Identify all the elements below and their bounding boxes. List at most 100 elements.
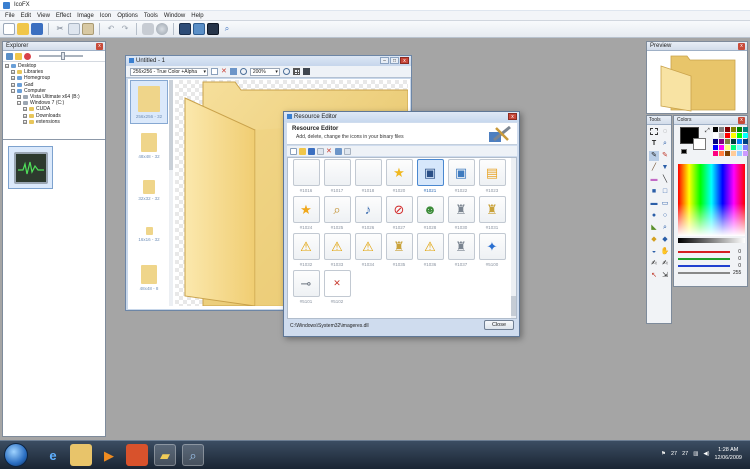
action-center-flag-icon[interactable]: ⚑	[661, 451, 666, 457]
resource-icon-item[interactable]: ☻ #1028	[416, 196, 444, 233]
lasso-icon[interactable]: ◌	[660, 127, 670, 137]
resource-icon-item[interactable]: ▣ #1022	[447, 159, 475, 196]
close-icon[interactable]: x	[508, 113, 517, 120]
resource-icon-item[interactable]: ⚠ #1033	[323, 233, 351, 270]
format-thumbnail[interactable]: 48x48 - 32	[130, 124, 168, 168]
image-format-select[interactable]: 256x256 - True Color +Alpha	[130, 67, 208, 76]
select-rect-icon[interactable]	[650, 128, 658, 135]
thumbnail-item[interactable]	[8, 146, 53, 189]
close-button[interactable]: Close	[484, 320, 514, 330]
resource-icon-item[interactable]: ⚠ #1032	[292, 233, 320, 270]
redo-icon[interactable]: ↷	[119, 23, 131, 35]
resource-icon-item[interactable]: ♜ #1037	[447, 233, 475, 270]
format-thumbnail[interactable]: 16x16 - 32	[130, 212, 168, 256]
brush-icon[interactable]: ╱	[649, 163, 659, 173]
resource-icon-item[interactable]: ⚠ #1036	[416, 233, 444, 270]
expand-icon[interactable]: +	[23, 119, 27, 124]
format-thumbnail[interactable]: 48x48 - 8	[130, 256, 168, 300]
expand-icon[interactable]: −	[17, 101, 21, 106]
resource-icon-item[interactable]: ★ #1020	[385, 159, 413, 196]
resource-icon-item[interactable]: ⊸ #5101	[292, 270, 320, 307]
rectangle-icon[interactable]: ■	[649, 187, 659, 197]
open-folder-icon[interactable]	[17, 23, 29, 35]
menu-help[interactable]: Help	[191, 13, 203, 19]
format-thumbnail[interactable]: 256x256 - 32	[130, 80, 168, 124]
round-rect-icon[interactable]: ▬	[649, 199, 659, 209]
expand-icon[interactable]: −	[11, 88, 15, 93]
menu-window[interactable]: Window	[164, 13, 185, 19]
expand-icon[interactable]: +	[17, 95, 21, 100]
zoom-icon[interactable]: ⌕	[660, 139, 670, 149]
minimize-icon[interactable]: –	[380, 57, 389, 64]
swap-colors-icon[interactable]: ⤢	[705, 128, 710, 135]
move-icon[interactable]: ⇲	[660, 271, 670, 281]
icofx-taskbar-icon[interactable]: ▰	[154, 444, 176, 466]
gradient-icon[interactable]: ◣	[649, 223, 659, 233]
tray-counter-b[interactable]: 27	[682, 451, 688, 457]
clone-icon[interactable]: ⌕	[660, 223, 670, 233]
resource-icon-item[interactable]: ⚠ #1034	[354, 233, 382, 270]
zoom-in-icon[interactable]	[282, 68, 290, 75]
menu-view[interactable]: View	[37, 13, 50, 19]
resource-icon-item[interactable]: ♜ #1030	[447, 196, 475, 233]
resource-editor-icon[interactable]	[193, 23, 205, 35]
line-icon[interactable]: ╲	[660, 175, 670, 185]
save-icon[interactable]	[31, 23, 43, 35]
paste-icon[interactable]	[82, 23, 94, 35]
expand-icon[interactable]: +	[23, 107, 27, 112]
resource-icon-item[interactable]: ▣ #1021	[416, 159, 444, 196]
view-mode-icon[interactable]	[335, 147, 342, 155]
grid-toggle-icon[interactable]	[292, 68, 300, 75]
smudge-icon[interactable]: ✍	[649, 259, 659, 269]
color-spectrum[interactable]	[678, 164, 745, 236]
menu-tools[interactable]: Tools	[144, 13, 158, 19]
start-button[interactable]	[4, 443, 28, 467]
color-channel-slider[interactable]: 0	[678, 255, 746, 262]
zoom-search-icon[interactable]: ⌕	[221, 23, 233, 35]
delete-resource-icon[interactable]: ✕	[326, 148, 333, 155]
zoom-select[interactable]: 200%	[249, 67, 280, 76]
resource-icon-item[interactable]: ⊘ #1027	[385, 196, 413, 233]
hot-spot-icon[interactable]: ↖	[649, 271, 659, 281]
expand-icon[interactable]: +	[11, 76, 15, 81]
menu-effect[interactable]: Effect	[56, 13, 71, 19]
menu-file[interactable]: File	[5, 13, 15, 19]
export-icon[interactable]	[317, 147, 324, 155]
new-resource-icon[interactable]	[290, 147, 297, 155]
menu-options[interactable]: Options	[117, 13, 138, 19]
save-resource-icon[interactable]	[308, 147, 315, 155]
round-rect-outline-icon[interactable]: ▭	[660, 199, 670, 209]
globe-icon[interactable]	[156, 23, 168, 35]
batch-monitor-icon[interactable]	[207, 23, 219, 35]
grayscale-strip[interactable]	[678, 238, 745, 243]
color-channel-slider[interactable]: 255	[678, 269, 746, 276]
close-icon[interactable]: x	[96, 43, 103, 50]
new-image-icon[interactable]	[211, 68, 218, 75]
undo-icon[interactable]: ↶	[105, 23, 117, 35]
resource-icon-item[interactable]: #1018	[354, 159, 382, 196]
image-monitor-icon[interactable]	[179, 23, 191, 35]
preview-background-icon[interactable]	[302, 68, 310, 75]
media-player-icon[interactable]: ▶	[98, 444, 120, 466]
image-properties-icon[interactable]	[229, 68, 237, 75]
folder-up-icon[interactable]	[15, 52, 22, 60]
resource-icon-item[interactable]: ✕ #5102	[323, 270, 351, 307]
resource-icon-item[interactable]: ⌕ #1025	[323, 196, 351, 233]
close-icon[interactable]: x	[400, 57, 409, 64]
tray-counter-a[interactable]: 27	[671, 451, 677, 457]
expand-icon[interactable]: +	[11, 70, 15, 75]
eraser-icon[interactable]: ▬	[649, 175, 659, 185]
network-icon[interactable]: ▥	[693, 451, 698, 457]
strip-scrollbar[interactable]	[169, 80, 173, 306]
color-channel-slider[interactable]: 0	[678, 248, 746, 255]
color-picker-icon[interactable]: ✎	[649, 151, 659, 161]
sharpen-icon[interactable]: ◆	[649, 235, 659, 245]
fill-icon[interactable]: ▼	[660, 163, 670, 173]
maximize-icon[interactable]: □	[390, 57, 399, 64]
color-channel-slider[interactable]: 0	[678, 262, 746, 269]
resource-icon-item[interactable]: #1016	[292, 159, 320, 196]
cut-icon[interactable]: ✂	[54, 23, 66, 35]
close-icon[interactable]: x	[738, 117, 745, 124]
text-icon[interactable]: T	[649, 139, 659, 149]
zoom-out-icon[interactable]	[239, 68, 247, 75]
